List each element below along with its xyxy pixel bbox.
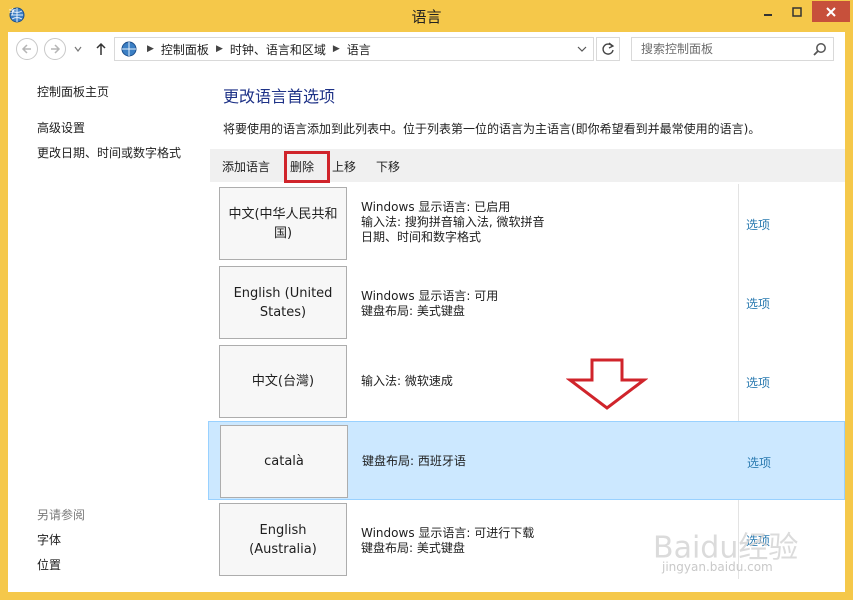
- language-row-selected[interactable]: català 键盘布局: 西班牙语 选项: [208, 421, 845, 500]
- close-icon: [826, 6, 836, 17]
- forward-button[interactable]: [44, 38, 66, 60]
- move-down-button[interactable]: 下移: [376, 158, 400, 175]
- language-detail-line: Windows 显示语言: 已启用: [361, 200, 511, 214]
- language-details: 输入法: 微软速成: [361, 374, 453, 389]
- title-bar: 字 语言: [0, 0, 853, 32]
- watermark-url: jingyan.baidu.com: [662, 560, 773, 574]
- options-link[interactable]: 选项: [747, 454, 771, 471]
- options-link[interactable]: 选项: [746, 216, 770, 233]
- control-panel-icon: [121, 41, 137, 57]
- language-detail-line: 输入法: 微软速成: [361, 374, 453, 388]
- arrow-right-icon: [51, 44, 61, 54]
- move-up-button[interactable]: 上移: [332, 158, 356, 175]
- language-detail-line: 日期、时间和数字格式: [361, 230, 482, 244]
- language-detail-line: Windows 显示语言: 可进行下载: [361, 526, 535, 540]
- up-button[interactable]: [92, 38, 110, 60]
- page-title: 更改语言首选项: [223, 87, 336, 106]
- chevron-down-icon: [74, 46, 82, 52]
- options-link[interactable]: 选项: [746, 374, 770, 391]
- breadcrumb-language[interactable]: 语言: [347, 41, 371, 58]
- column-divider: [738, 184, 739, 263]
- language-details: Windows 显示语言: 可进行下载 键盘布局: 美式键盘: [361, 526, 534, 556]
- sidebar: 控制面板主页 高级设置 更改日期、时间或数字格式 另请参阅 字体 位置: [8, 66, 208, 592]
- see-also-heading: 另请参阅: [37, 508, 86, 522]
- language-detail-line: Windows 显示语言: 可用: [361, 289, 499, 303]
- window-title: 语言: [411, 8, 442, 26]
- arrow-up-icon: [96, 42, 106, 55]
- language-row[interactable]: 中文(中华人民共和国) Windows 显示语言: 已启用 输入法: 搜狗拼音输…: [208, 184, 845, 263]
- sidebar-location[interactable]: 位置: [37, 556, 61, 573]
- language-row[interactable]: English (United States) Windows 显示语言: 可用…: [208, 263, 845, 342]
- arrow-left-icon: [21, 44, 31, 54]
- breadcrumb-control-panel[interactable]: 控制面板: [161, 41, 209, 58]
- refresh-button[interactable]: [596, 37, 620, 61]
- language-name-tile[interactable]: 中文(中华人民共和国): [219, 187, 347, 260]
- minimize-button[interactable]: [754, 1, 782, 22]
- language-row[interactable]: 中文(台灣) 输入法: 微软速成 选项: [208, 342, 845, 421]
- window: 字 语言 ▶ 控制面板 ▶ 时钟、语言和区域 ▶ 语言 搜索控制面板 控制面板主…: [0, 0, 853, 600]
- main-panel: 更改语言首选项 将要使用的语言添加到此列表中。位于列表第一位的语言为主语言(即你…: [208, 66, 845, 592]
- search-icon[interactable]: [813, 42, 827, 56]
- breadcrumb-separator: ▶: [215, 44, 223, 54]
- add-language-button[interactable]: 添加语言: [222, 158, 270, 175]
- language-details: Windows 显示语言: 可用 键盘布局: 美式键盘: [361, 289, 498, 319]
- breadcrumb-separator: ▶: [147, 44, 154, 54]
- close-button[interactable]: [812, 1, 850, 22]
- breadcrumb-clock-language-region[interactable]: 时钟、语言和区域: [230, 41, 326, 58]
- language-detail-line: 键盘布局: 美式键盘: [361, 541, 465, 555]
- language-details: 键盘布局: 西班牙语: [362, 454, 466, 469]
- search-box[interactable]: [631, 37, 834, 61]
- minimize-icon: [764, 13, 772, 16]
- column-divider: [738, 342, 739, 421]
- address-bar[interactable]: ▶ 控制面板 ▶ 时钟、语言和区域 ▶ 语言: [114, 37, 594, 61]
- language-detail-line: 键盘布局: 美式键盘: [361, 304, 465, 318]
- sidebar-control-panel-home[interactable]: 控制面板主页: [37, 83, 109, 100]
- sidebar-fonts[interactable]: 字体: [37, 531, 61, 548]
- language-details: Windows 显示语言: 已启用 输入法: 搜狗拼音输入法, 微软拼音 日期、…: [361, 200, 545, 245]
- column-divider: [738, 263, 739, 342]
- maximize-icon: [792, 6, 802, 17]
- navigation-bar: ▶ 控制面板 ▶ 时钟、语言和区域 ▶ 语言: [8, 32, 845, 66]
- language-name-tile[interactable]: català: [220, 425, 348, 498]
- search-input[interactable]: [641, 42, 811, 56]
- down-arrow-annotation-icon: [566, 358, 648, 410]
- language-detail-line: 键盘布局: 西班牙语: [362, 454, 466, 468]
- page-description: 将要使用的语言添加到此列表中。位于列表第一位的语言为主语言(即你希望看到并最常使…: [223, 122, 761, 136]
- maximize-button[interactable]: [783, 1, 811, 22]
- address-dropdown-icon[interactable]: [577, 42, 587, 56]
- breadcrumb-separator: ▶: [332, 44, 340, 54]
- sidebar-change-date-time-format[interactable]: 更改日期、时间或数字格式: [37, 144, 181, 161]
- content-frame: ▶ 控制面板 ▶ 时钟、语言和区域 ▶ 语言 控制面板主页 高级设置 更改日期、…: [8, 32, 845, 592]
- remove-button-highlight: [284, 151, 330, 183]
- refresh-icon: [602, 42, 615, 55]
- language-name-tile[interactable]: 中文(台灣): [219, 345, 347, 418]
- language-name-tile[interactable]: English (United States): [219, 266, 347, 339]
- language-detail-line: 输入法: 搜狗拼音输入法, 微软拼音: [361, 215, 545, 229]
- options-link[interactable]: 选项: [746, 295, 770, 312]
- back-button[interactable]: [16, 38, 38, 60]
- language-toolbar: 添加语言 删除 上移 下移: [210, 149, 845, 183]
- sidebar-advanced-settings[interactable]: 高级设置: [37, 119, 85, 136]
- language-name-tile[interactable]: English (Australia): [219, 503, 347, 576]
- recent-locations-button[interactable]: [72, 38, 84, 60]
